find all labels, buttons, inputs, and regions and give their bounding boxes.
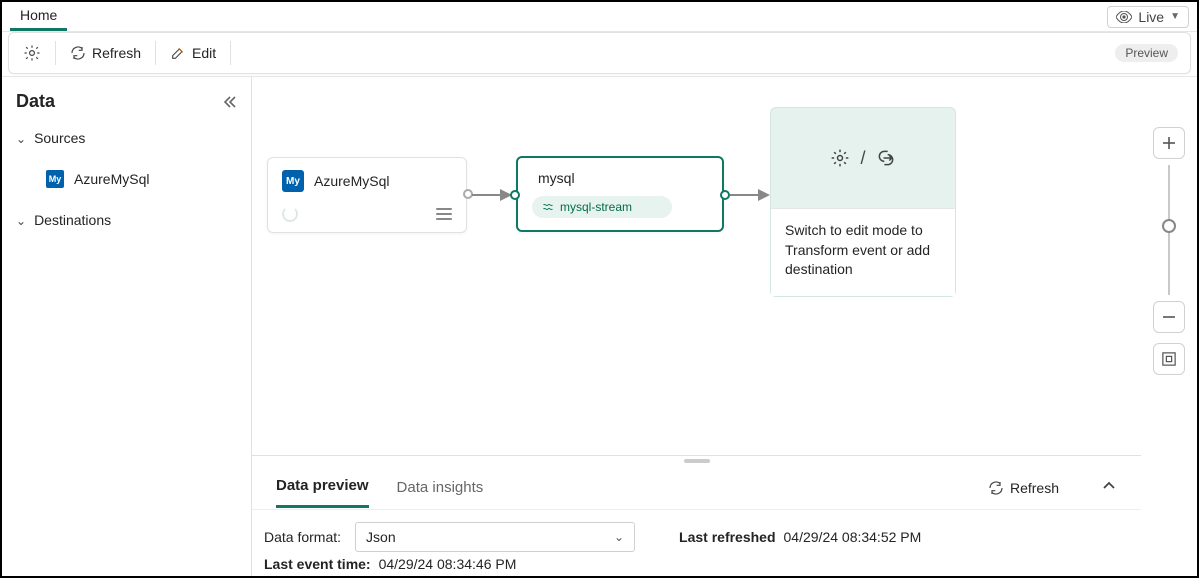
fit-to-screen-button[interactable] [1153,343,1185,375]
data-panel: Data preview Data insights Refresh Data [252,455,1141,576]
edit-icon [170,45,186,61]
refresh-button-label: Refresh [92,45,141,61]
settings-button[interactable] [13,38,51,68]
node-destination-placeholder[interactable]: / Switch to edit mode to Transform event… [770,107,956,297]
tab-data-insights[interactable]: Data insights [397,469,484,507]
tab-home-label: Home [20,7,57,23]
node-stream[interactable]: mysql mysql-stream [516,156,724,232]
chevron-down-icon: ⌄ [614,530,624,544]
tab-home[interactable]: Home [10,2,67,31]
preview-badge: Preview [1115,44,1178,62]
live-mode-dropdown[interactable]: Live ▼ [1107,6,1189,28]
spinner-icon [282,206,298,222]
last-refreshed-value: 04/29/24 08:34:52 PM [784,529,922,545]
node-output-port[interactable] [720,190,730,200]
expand-panel-button[interactable] [1101,478,1117,497]
live-mode-label: Live [1138,9,1164,25]
stream-pill[interactable]: mysql-stream [532,196,672,218]
pipeline-canvas[interactable]: My AzureMySql mysql [252,77,1141,455]
edit-button[interactable]: Edit [160,39,226,67]
data-panel-refresh-label: Refresh [1010,480,1059,496]
sidebar-title: Data [16,91,55,112]
refresh-icon [988,480,1004,496]
chevron-down-icon: ▼ [1170,11,1180,22]
last-event-time-label: Last event time: [264,556,371,572]
sidebar-item-label: AzureMySql [74,171,149,187]
node-menu-button[interactable] [436,208,452,220]
sidebar-item-azuremysql[interactable]: My AzureMySql [16,164,237,194]
sidebar-group-destinations-label: Destinations [34,212,111,228]
stream-icon [542,201,554,213]
last-refreshed-label: Last refreshed [679,529,775,545]
data-panel-refresh-button[interactable]: Refresh [988,480,1059,496]
sidebar: Data ⌄ Sources My AzureMySql ⌄ Destinati… [2,77,252,576]
node-input-port[interactable] [510,190,520,200]
node-source[interactable]: My AzureMySql [267,157,467,233]
node-output-port[interactable] [463,189,473,199]
zoom-rail [1141,77,1197,576]
mysql-icon: My [282,170,304,192]
edit-button-label: Edit [192,45,216,61]
tab-data-preview[interactable]: Data preview [276,467,369,508]
transform-icon [830,148,850,168]
node-destination-message: Switch to edit mode to Transform event o… [771,208,955,296]
chevron-down-icon: ⌄ [16,214,26,228]
output-icon [876,148,896,168]
collapse-sidebar-button[interactable] [221,94,237,110]
panel-drag-handle[interactable] [252,456,1141,466]
data-format-select[interactable]: Json ⌄ [355,522,635,552]
node-stream-title: mysql [532,170,708,186]
mysql-icon: My [46,170,64,188]
sidebar-group-sources[interactable]: ⌄ Sources [16,126,237,150]
sidebar-group-sources-label: Sources [34,130,85,146]
eye-icon [1116,11,1132,23]
sidebar-group-destinations[interactable]: ⌄ Destinations [16,208,237,232]
gear-icon [23,44,41,62]
zoom-slider-handle[interactable] [1162,219,1176,233]
refresh-icon [70,45,86,61]
chevron-down-icon: ⌄ [16,132,26,146]
stream-pill-label: mysql-stream [560,200,632,214]
data-format-label: Data format: [264,529,341,545]
refresh-button[interactable]: Refresh [60,39,151,67]
zoom-slider[interactable] [1168,165,1170,295]
icon-separator: / [860,148,865,169]
last-event-time-value: 04/29/24 08:34:46 PM [379,556,517,572]
zoom-in-button[interactable] [1153,127,1185,159]
data-format-value: Json [366,529,396,545]
node-source-title: AzureMySql [314,173,389,189]
zoom-out-button[interactable] [1153,301,1185,333]
